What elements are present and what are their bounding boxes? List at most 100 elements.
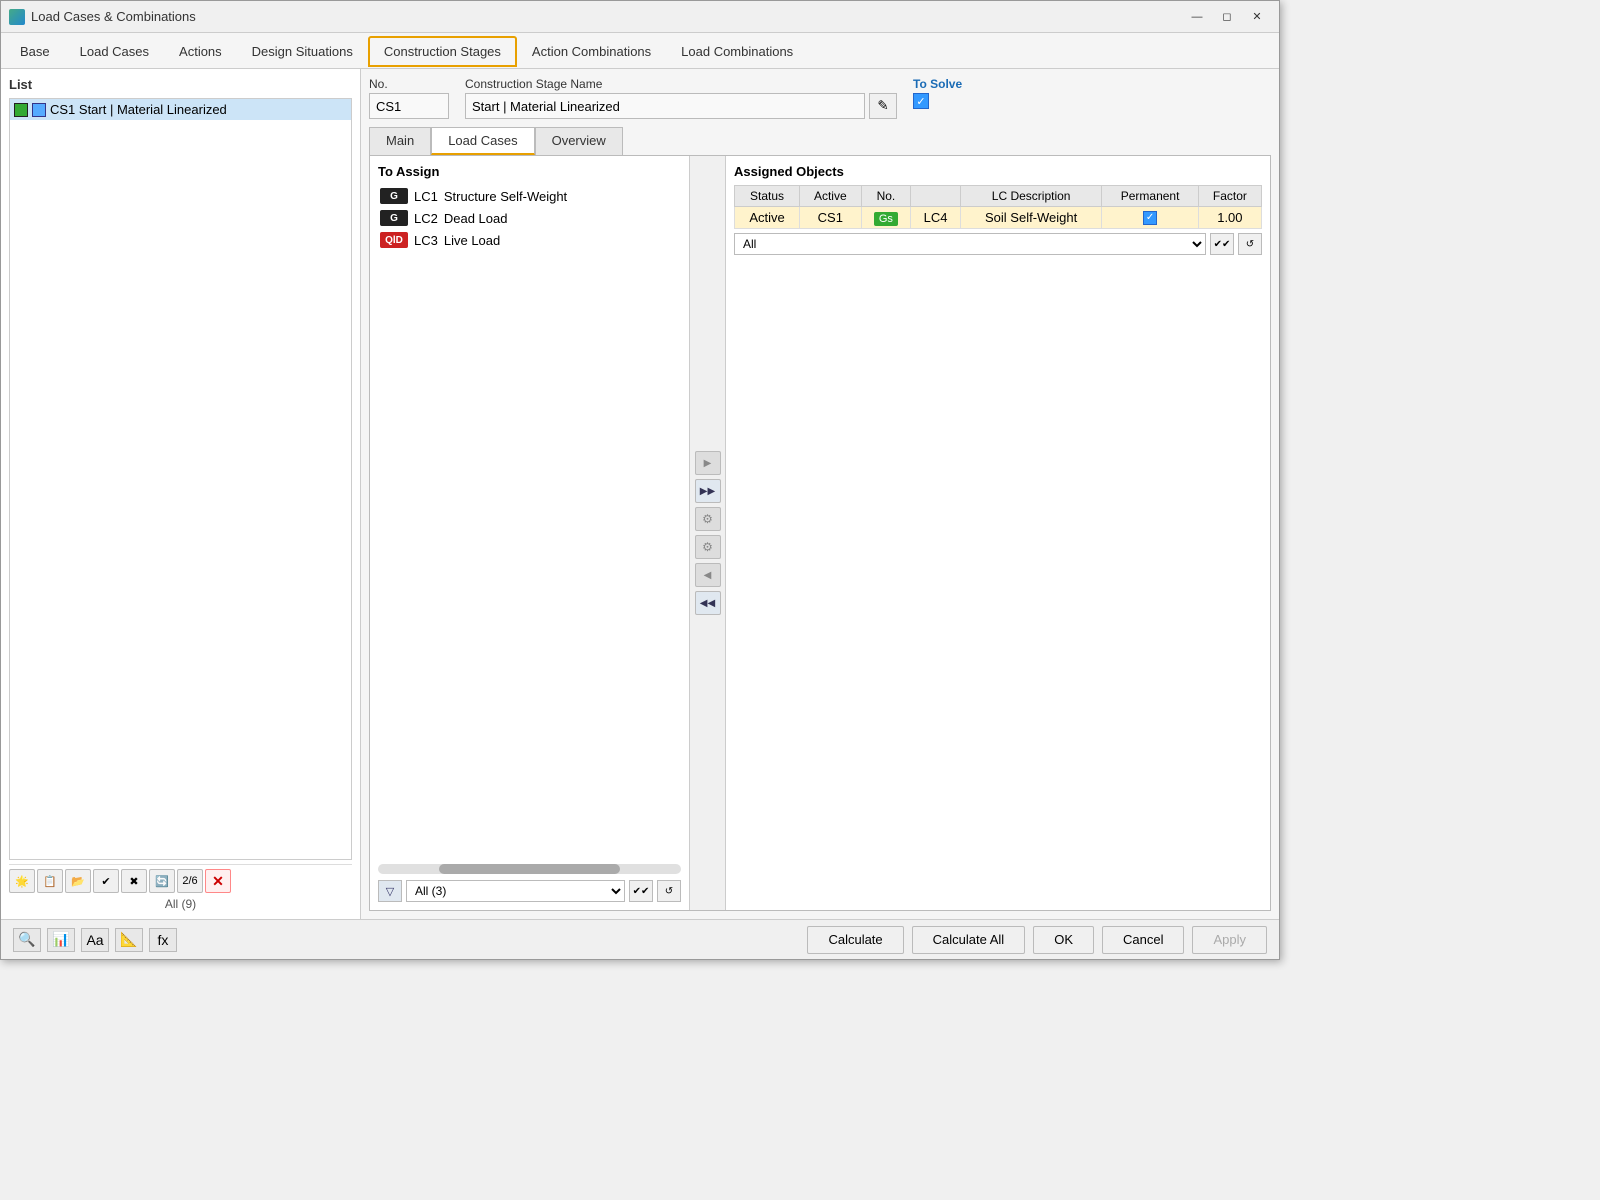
col-description: LC Description (960, 186, 1102, 207)
subtab-load-cases[interactable]: Load Cases (431, 127, 534, 155)
tab-construction-stages[interactable]: Construction Stages (368, 36, 517, 67)
toolbar-check-btn[interactable]: ✔ (93, 869, 119, 893)
toolbar-new-btn[interactable]: 🌟 (9, 869, 35, 893)
header-row: No. Construction Stage Name ✎ To Solve (369, 77, 1271, 119)
apply-button[interactable]: Apply (1192, 926, 1267, 954)
assigned-uncheck-btn[interactable]: ↺ (1238, 233, 1262, 255)
window-title: Load Cases & Combinations (31, 9, 1183, 24)
assign-footer: ▽ All (3) ✔✔ ↺ (378, 880, 681, 902)
row-factor: 1.00 (1198, 207, 1261, 229)
assigned-footer: All ✔✔ ↺ (734, 233, 1262, 255)
subtab-main[interactable]: Main (369, 127, 431, 155)
main-window: Load Cases & Combinations — ◻ ✕ Base Loa… (0, 0, 1280, 960)
calculate-all-button[interactable]: Calculate All (912, 926, 1026, 954)
assign-item-lc2[interactable]: G LC2 Dead Load (378, 207, 681, 229)
transfer-all-left-btn[interactable]: ◀◀ (695, 591, 721, 615)
lc1-code: LC1 (414, 189, 438, 204)
transfer-left-btn[interactable]: ◀ (695, 563, 721, 587)
assigned-table: Status Active No. LC Description Permane… (734, 185, 1262, 229)
to-solve-checkbox[interactable] (913, 93, 929, 109)
text-btn[interactable]: Aa (81, 928, 109, 952)
no-input[interactable] (369, 93, 449, 119)
assign-scrollbar-thumb (439, 864, 621, 874)
assigned-check-all-btn[interactable]: ✔✔ (1210, 233, 1234, 255)
table-row[interactable]: Active CS1 Gs LC4 Soil Self-Weight 1.00 (735, 207, 1262, 229)
assign-check-all-btn[interactable]: ✔✔ (629, 880, 653, 902)
list-label: List (9, 77, 352, 92)
edit-name-button[interactable]: ✎ (869, 93, 897, 119)
tab-action-combinations[interactable]: Action Combinations (517, 37, 666, 66)
list-item[interactable]: CS1 Start | Material Linearized (10, 99, 351, 120)
tab-load-combinations[interactable]: Load Combinations (666, 37, 808, 66)
tab-load-cases[interactable]: Load Cases (65, 37, 164, 66)
assign-item-lc1[interactable]: G LC1 Structure Self-Weight (378, 185, 681, 207)
list-item-text: CS1 Start | Material Linearized (50, 102, 227, 117)
assign-item-lc3[interactable]: QlD LC3 Live Load (378, 229, 681, 251)
formula-btn[interactable]: fx (149, 928, 177, 952)
to-solve-group: To Solve (913, 77, 962, 109)
minimize-button[interactable]: — (1183, 7, 1211, 27)
name-with-btn: ✎ (465, 93, 897, 119)
no-field-group: No. (369, 77, 449, 119)
sub-tabs: Main Load Cases Overview (369, 127, 1271, 155)
titlebar-controls: — ◻ ✕ (1183, 7, 1271, 27)
close-button[interactable]: ✕ (1243, 7, 1271, 27)
col-factor: Factor (1198, 186, 1261, 207)
toolbar-copy-btn[interactable]: 📋 (37, 869, 63, 893)
calculate-button[interactable]: Calculate (807, 926, 903, 954)
tab-design-situations[interactable]: Design Situations (237, 37, 368, 66)
transfer-action2-btn[interactable]: ⚙ (695, 535, 721, 559)
transfer-all-right-btn[interactable]: ▶▶ (695, 479, 721, 503)
subtab-overview[interactable]: Overview (535, 127, 623, 155)
to-solve-label: To Solve (913, 77, 962, 91)
assign-list: G LC1 Structure Self-Weight G LC2 Dead L… (378, 185, 681, 862)
left-panel: List CS1 Start | Material Linearized 🌟 📋… (1, 69, 361, 919)
transfer-right-btn[interactable]: ▶ (695, 451, 721, 475)
row-description: Soil Self-Weight (960, 207, 1102, 229)
name-field-group: Construction Stage Name ✎ (465, 77, 897, 119)
list-item-icon-green (14, 103, 28, 117)
assigned-dropdown[interactable]: All (734, 233, 1206, 255)
cancel-button[interactable]: Cancel (1102, 926, 1184, 954)
bottom-left-tools: 🔍 📊 Aa 📐 fx (13, 928, 177, 952)
search-btn[interactable]: 🔍 (13, 928, 41, 952)
toolbar-num-btn[interactable]: 2/6 (177, 869, 203, 893)
transfer-action1-btn[interactable]: ⚙ (695, 507, 721, 531)
lc2-code: LC2 (414, 211, 438, 226)
lc2-badge: G (380, 210, 408, 226)
table-btn[interactable]: 📊 (47, 928, 75, 952)
menubar: Base Load Cases Actions Design Situation… (1, 33, 1279, 69)
app-icon (9, 9, 25, 25)
ok-button[interactable]: OK (1033, 926, 1094, 954)
list-area: CS1 Start | Material Linearized (9, 98, 352, 860)
lc3-code: LC3 (414, 233, 438, 248)
tab-base[interactable]: Base (5, 37, 65, 66)
assign-uncheck-btn[interactable]: ↺ (657, 880, 681, 902)
col-status: Status (735, 186, 800, 207)
name-label: Construction Stage Name (465, 77, 897, 91)
assign-panel: To Assign G LC1 Structure Self-Weight G … (370, 156, 690, 910)
col-no: No. (861, 186, 911, 207)
assign-dropdown[interactable]: All (3) (406, 880, 625, 902)
tab-actions[interactable]: Actions (164, 37, 237, 66)
toolbar-import-btn[interactable]: 📂 (65, 869, 91, 893)
no-label: No. (369, 77, 449, 91)
lc1-badge: G (380, 188, 408, 204)
main-content: List CS1 Start | Material Linearized 🌟 📋… (1, 69, 1279, 919)
titlebar: Load Cases & Combinations — ◻ ✕ (1, 1, 1279, 33)
lc3-badge: QlD (380, 232, 408, 248)
lc2-name: Dead Load (444, 211, 508, 226)
assign-filter-btn[interactable]: ▽ (378, 880, 402, 902)
permanent-checkbox[interactable] (1143, 211, 1157, 225)
toolbar-delete-btn[interactable]: ✕ (205, 869, 231, 893)
toolbar-refresh-btn[interactable]: 🔄 (149, 869, 175, 893)
toolbar-uncheck-btn[interactable]: ✖ (121, 869, 147, 893)
assign-scrollbar[interactable] (378, 864, 681, 874)
diagram-btn[interactable]: 📐 (115, 928, 143, 952)
maximize-button[interactable]: ◻ (1213, 7, 1241, 27)
assign-label: To Assign (378, 164, 681, 179)
assigned-label: Assigned Objects (734, 164, 1262, 179)
name-input[interactable] (465, 93, 865, 119)
row-status: Active (735, 207, 800, 229)
row-permanent (1102, 207, 1198, 229)
